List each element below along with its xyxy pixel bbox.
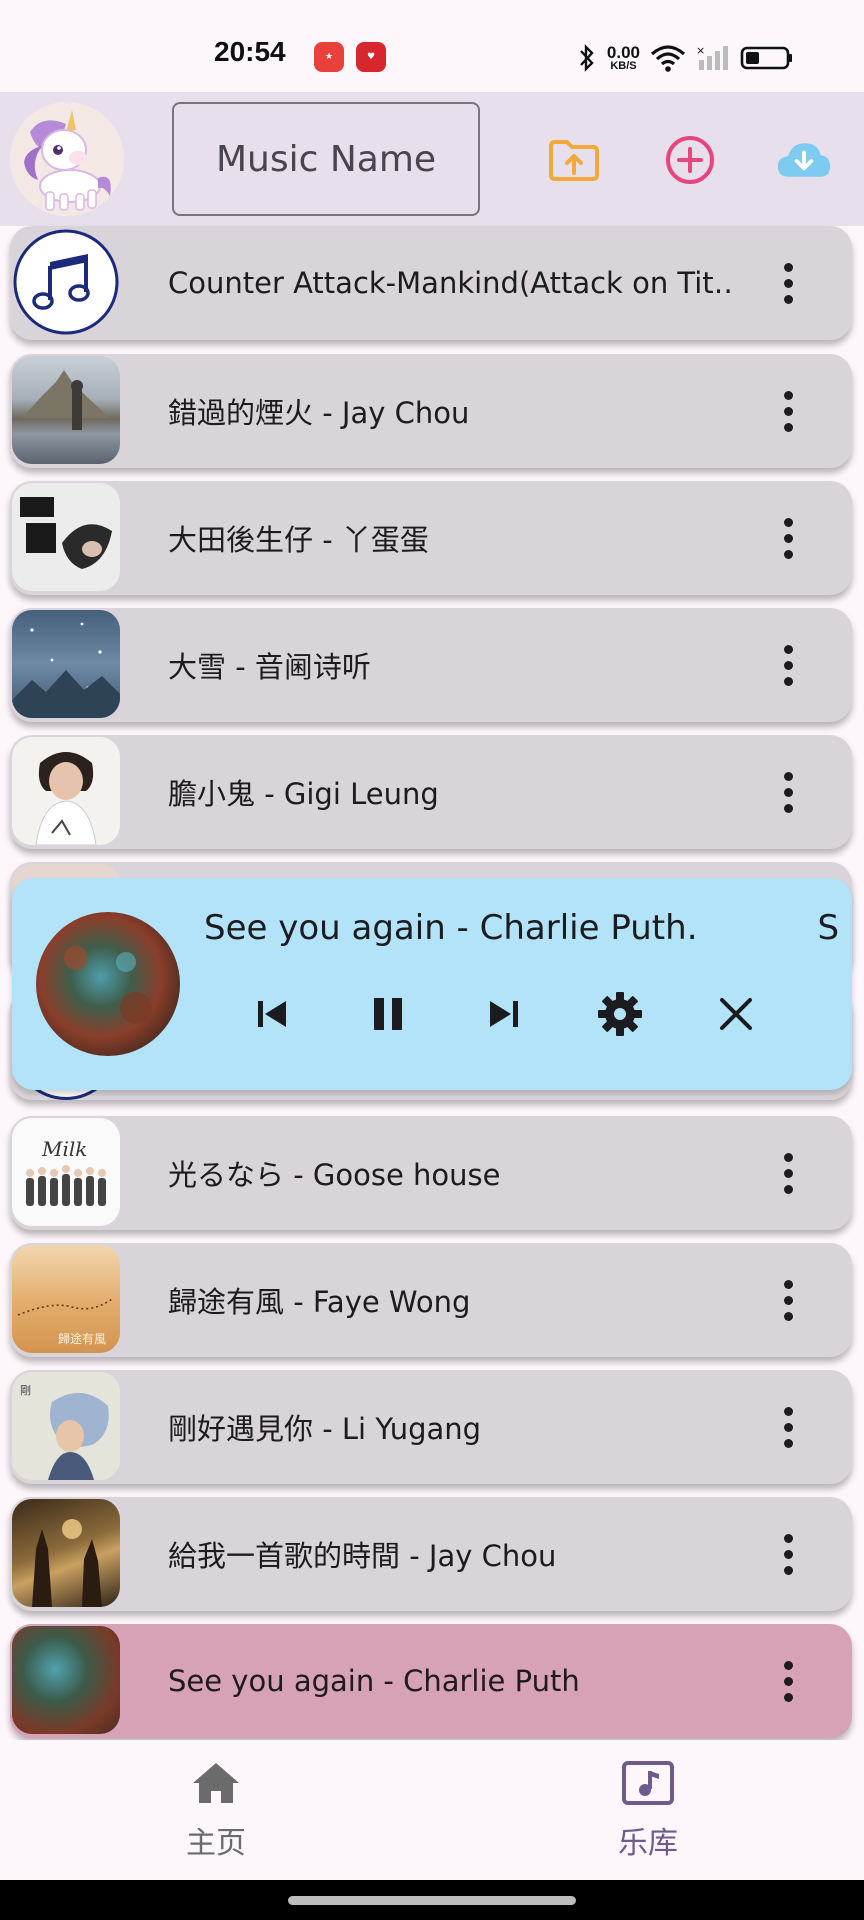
song-title: 歸途有風 - Faye Wong bbox=[168, 1285, 471, 1319]
cloud-download-icon bbox=[777, 143, 831, 177]
add-circle-icon bbox=[666, 136, 714, 184]
add-song-button[interactable] bbox=[662, 132, 718, 188]
nav-item-home[interactable]: 主页 bbox=[136, 1760, 296, 1870]
now-playing-title: See you again - Charlie Puth. bbox=[204, 908, 698, 948]
song-title: 膽小鬼 - Gigi Leung bbox=[168, 777, 439, 811]
search-input[interactable] bbox=[186, 138, 466, 180]
album-art bbox=[12, 483, 120, 591]
song-title: 光るなら - Goose house bbox=[168, 1158, 501, 1192]
home-icon bbox=[193, 1763, 239, 1803]
album-art-image: 剛 bbox=[20, 1384, 109, 1480]
more-vert-icon[interactable] bbox=[776, 768, 800, 816]
song-title: Counter Attack-Mankind(Attack on Tit… bbox=[168, 266, 730, 300]
close-icon bbox=[720, 998, 752, 1030]
song-title: 剛好遇見你 - Li Yugang bbox=[168, 1412, 482, 1446]
album-art-image: Milk bbox=[26, 1137, 106, 1206]
battery-icon bbox=[740, 46, 792, 70]
player-album-art[interactable] bbox=[36, 912, 180, 1056]
more-vert-icon[interactable] bbox=[776, 387, 800, 435]
mini-player[interactable]: See you again - Charlie Puth. See you aga… bbox=[12, 878, 852, 1090]
album-art bbox=[12, 356, 120, 464]
status-bar: 20:54 ★ ♥ 0.00 KB/S × bbox=[0, 0, 864, 92]
bottom-navigation: 主页 乐库 bbox=[0, 1740, 864, 1880]
album-art: 歸途有風 bbox=[12, 1245, 120, 1353]
upload-folder-icon bbox=[549, 140, 599, 181]
avatar[interactable] bbox=[10, 102, 124, 216]
more-vert-icon[interactable] bbox=[776, 1403, 800, 1451]
song-item[interactable]: 錯過的煙火 - Jay Chou bbox=[10, 354, 852, 468]
upload-folder-button[interactable] bbox=[546, 132, 602, 188]
wifi-icon bbox=[650, 45, 686, 72]
album-art-image bbox=[12, 622, 120, 718]
more-vert-icon[interactable] bbox=[776, 1149, 800, 1197]
signal-icon: × bbox=[696, 44, 728, 70]
song-title: 大雪 - 音阃诗听 bbox=[168, 650, 371, 684]
song-item[interactable]: Counter Attack-Mankind(Attack on Tit… bbox=[10, 226, 852, 340]
promo-app-icon: ♥ bbox=[356, 42, 386, 72]
nav-label-library: 乐库 bbox=[618, 1826, 678, 1861]
unicorn-avatar-image bbox=[10, 102, 124, 216]
more-vert-icon[interactable] bbox=[776, 1276, 800, 1324]
album-art: Milk bbox=[12, 1118, 120, 1226]
gesture-bar bbox=[0, 1880, 864, 1920]
more-vert-icon[interactable] bbox=[776, 514, 800, 562]
next-button[interactable] bbox=[474, 984, 534, 1044]
album-art: 剛 bbox=[12, 1372, 120, 1480]
song-item[interactable]: 大田後生仔 - 丫蛋蛋 bbox=[10, 481, 852, 595]
song-title: 錯過的煙火 - Jay Chou bbox=[168, 396, 470, 430]
album-art-image: 歸途有風 bbox=[17, 1298, 113, 1346]
song-title: 給我一首歌的時間 - Jay Chou bbox=[168, 1539, 557, 1573]
svg-text:剛: 剛 bbox=[20, 1384, 31, 1397]
song-item[interactable]: Milk 光るなら - Goose house bbox=[10, 1116, 852, 1230]
search-field[interactable] bbox=[172, 102, 480, 216]
album-art-image bbox=[22, 370, 110, 430]
skip-previous-icon bbox=[258, 1001, 286, 1027]
song-thumbnail bbox=[12, 228, 120, 336]
shopping-app-icon: ★ bbox=[314, 42, 344, 72]
album-art bbox=[12, 610, 120, 718]
home-indicator[interactable] bbox=[288, 1896, 576, 1905]
nav-label-home: 主页 bbox=[186, 1826, 246, 1861]
settings-button[interactable] bbox=[590, 984, 650, 1044]
close-player-button[interactable] bbox=[706, 984, 766, 1044]
more-vert-icon[interactable] bbox=[776, 1530, 800, 1578]
album-art bbox=[12, 1499, 120, 1607]
pause-icon bbox=[374, 998, 402, 1030]
more-vert-icon[interactable] bbox=[776, 1657, 800, 1705]
album-art-image bbox=[20, 497, 112, 569]
more-vert-icon[interactable] bbox=[776, 641, 800, 689]
album-art bbox=[12, 737, 120, 845]
pause-button[interactable] bbox=[358, 984, 418, 1044]
nav-item-library[interactable]: 乐库 bbox=[568, 1760, 728, 1870]
album-art bbox=[12, 1626, 120, 1734]
settings-icon bbox=[598, 992, 642, 1036]
bluetooth-icon bbox=[580, 44, 594, 72]
music-library-icon bbox=[622, 1761, 674, 1805]
song-item[interactable]: 大雪 - 音阃诗听 bbox=[10, 608, 852, 722]
song-title: See you again - Charlie Puth bbox=[168, 1664, 580, 1698]
now-playing-marquee: See you again - Charlie Puth. See you aga… bbox=[204, 908, 840, 958]
cloud-download-button[interactable] bbox=[776, 132, 832, 188]
player-album-art-image bbox=[36, 912, 180, 1056]
song-item[interactable]: 歸途有風 歸途有風 - Faye Wong bbox=[10, 1243, 852, 1357]
now-playing-title-repeat: See you again - Charlie Puth. bbox=[817, 908, 841, 948]
previous-button[interactable] bbox=[242, 984, 302, 1044]
album-art-image bbox=[32, 1519, 102, 1607]
top-app-bar bbox=[0, 92, 864, 226]
more-vert-icon[interactable] bbox=[776, 259, 800, 307]
album-art-image bbox=[35, 752, 97, 845]
song-title: 大田後生仔 - 丫蛋蛋 bbox=[168, 523, 429, 557]
svg-text:歸途有風: 歸途有風 bbox=[58, 1331, 106, 1346]
status-indicators: 0.00 KB/S × bbox=[577, 38, 794, 78]
svg-text:×: × bbox=[696, 44, 705, 57]
svg-text:Milk: Milk bbox=[41, 1137, 87, 1161]
song-item-active[interactable]: See you again - Charlie Puth bbox=[10, 1624, 852, 1738]
song-item[interactable]: 剛 剛好遇見你 - Li Yugang bbox=[10, 1370, 852, 1484]
network-speed: 0.00 KB/S bbox=[606, 43, 640, 72]
skip-next-icon bbox=[490, 1001, 518, 1027]
status-time: 20:54 bbox=[214, 36, 286, 67]
music-note-icon bbox=[13, 229, 119, 335]
song-item[interactable]: 膽小鬼 - Gigi Leung bbox=[10, 735, 852, 849]
song-item[interactable]: 給我一首歌的時間 - Jay Chou bbox=[10, 1497, 852, 1611]
